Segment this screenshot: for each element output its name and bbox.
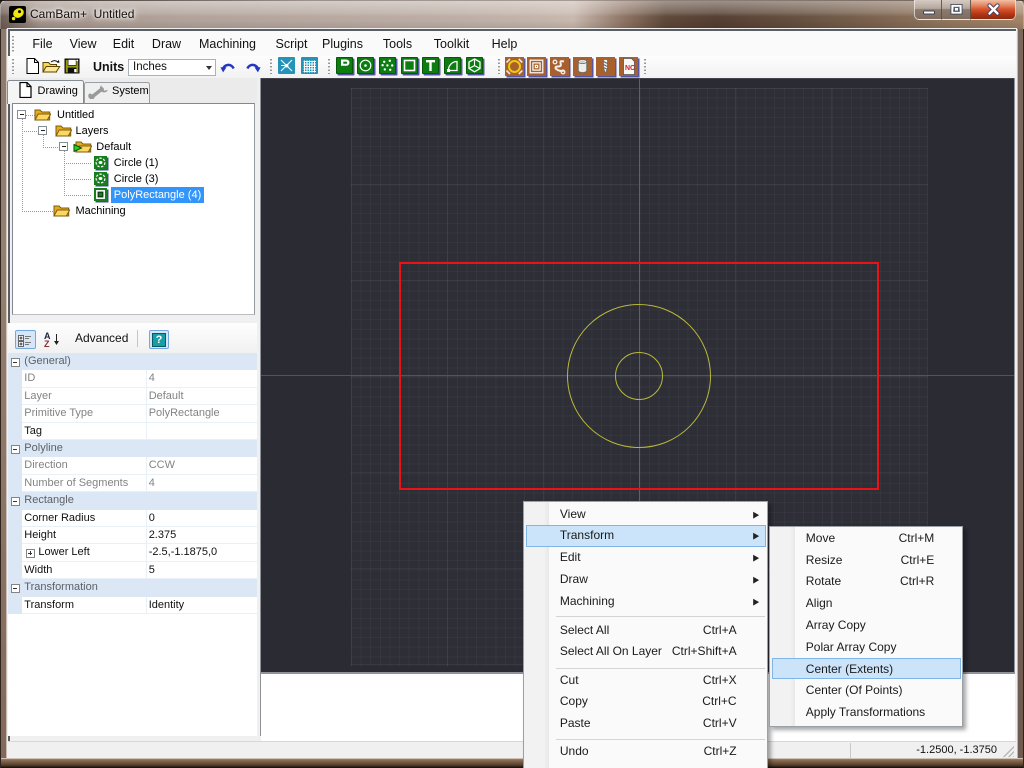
svg-text:NC: NC (625, 65, 635, 72)
svg-text:Z: Z (44, 339, 50, 348)
